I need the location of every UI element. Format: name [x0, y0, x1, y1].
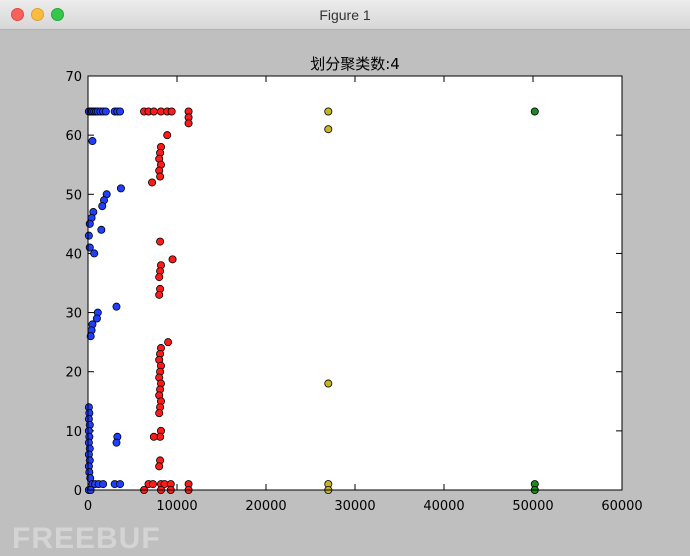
cluster-1-point: [85, 219, 94, 228]
cluster-2-point: [155, 290, 164, 299]
cluster-2-point: [168, 255, 177, 264]
x-tick-label: 50000: [512, 499, 553, 514]
y-tick-label: 0: [74, 484, 82, 499]
window-titlebar: Figure 1: [0, 0, 690, 30]
watermark-logo: FREEBUF: [12, 522, 161, 555]
cluster-2-point: [155, 462, 164, 471]
cluster-2-point: [148, 480, 157, 489]
cluster-3-point: [324, 125, 333, 134]
figure-canvas: 划分聚类数:4 0 10000 20000 30000 40000 50000 60000 0…: [0, 30, 690, 555]
cluster-1-point: [112, 302, 121, 311]
y-tick-label: 60: [65, 129, 82, 144]
x-tick-label: 0: [84, 499, 92, 514]
cluster-1-point: [84, 231, 93, 240]
y-tick-label: 20: [65, 366, 82, 381]
cluster-1-point: [101, 107, 110, 116]
cluster-1-point: [112, 438, 121, 447]
cluster-4-point: [530, 107, 539, 116]
cluster-2-point: [155, 409, 164, 418]
y-tick-label: 50: [65, 188, 82, 203]
x-tick-label: 60000: [601, 499, 642, 514]
cluster-2-point: [149, 107, 158, 116]
y-tick-label: 40: [65, 247, 82, 262]
cluster-1-point: [116, 184, 125, 193]
cluster-2-point: [163, 131, 172, 140]
cluster-1-point: [90, 249, 99, 258]
cluster-3-point: [324, 107, 333, 116]
x-tick-label: 40000: [423, 499, 464, 514]
x-tick-label: 10000: [156, 499, 197, 514]
chart-title: 划分聚类数:4: [310, 55, 400, 73]
cluster-2-point: [156, 172, 165, 181]
cluster-2-point: [149, 432, 158, 441]
y-tick-label: 70: [65, 70, 82, 85]
cluster-2-point: [164, 338, 173, 347]
cluster-1-point: [97, 225, 106, 234]
cluster-2-point: [184, 119, 193, 128]
cluster-2-point: [156, 237, 165, 246]
cluster-1-point: [116, 480, 125, 489]
cluster-2-point: [148, 178, 157, 187]
window-title: Figure 1: [319, 7, 371, 23]
y-tick-label: 30: [65, 307, 82, 322]
cluster-1-point: [99, 480, 108, 489]
x-tick-label: 30000: [334, 499, 375, 514]
scatter-chart: 划分聚类数:4 0 10000 20000 30000 40000 50000 60000 0…: [65, 55, 642, 514]
cluster-1-point: [88, 137, 97, 146]
y-tick-label: 10: [65, 425, 82, 440]
cluster-2-point: [155, 273, 164, 282]
cluster-1-point: [98, 202, 107, 211]
x-tick-label: 20000: [245, 499, 286, 514]
cluster-1-point: [116, 107, 125, 116]
cluster-2-point: [167, 107, 176, 116]
cluster-3-point: [324, 379, 333, 388]
